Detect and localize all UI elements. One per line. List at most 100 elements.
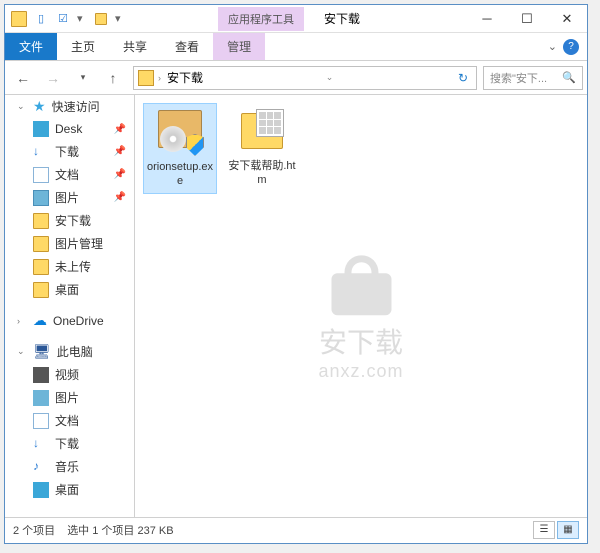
sidebar-item-documents2[interactable]: 文档 — [5, 409, 134, 432]
file-item-exe[interactable]: orionsetup.exe — [143, 103, 217, 194]
lock-icon — [326, 255, 396, 315]
sidebar-item-label: OneDrive — [53, 314, 104, 328]
sidebar-item-label: 文档 — [55, 412, 79, 429]
qat-dropdown2-icon[interactable]: ▾ — [115, 12, 125, 25]
sidebar-item-label: 此电脑 — [57, 343, 93, 360]
checkbox-icon[interactable]: ☑ — [55, 11, 71, 27]
sidebar-item-label: 快速访问 — [52, 98, 100, 115]
tab-manage[interactable]: 管理 — [213, 33, 265, 60]
sidebar-item-label: 文档 — [55, 166, 79, 183]
file-name: 安下载帮助.htm — [227, 159, 297, 188]
pictures-icon — [33, 390, 49, 406]
sidebar-item-label: 图片 — [55, 389, 79, 406]
chevron-down-icon[interactable]: ⌄ — [17, 346, 27, 357]
tab-view[interactable]: 查看 — [161, 33, 213, 60]
forward-button[interactable]: → — [39, 65, 67, 91]
help-icon[interactable]: ? — [563, 39, 579, 55]
cloud-icon: ☁ — [33, 312, 47, 329]
sidebar-quick-access[interactable]: ⌄ ★ 快速访问 — [5, 95, 134, 118]
quick-access-toolbar: ▯ ☑ ▾ ▾ — [5, 11, 131, 27]
desktop-icon — [33, 121, 49, 137]
pictures-icon — [33, 190, 49, 206]
search-input[interactable]: 搜索"安下... 🔍 — [483, 66, 583, 90]
sidebar-item-pictures2[interactable]: 图片 — [5, 386, 134, 409]
sidebar-item-videos[interactable]: 视频 — [5, 363, 134, 386]
tab-file[interactable]: 文件 — [5, 33, 57, 60]
expand-ribbon-icon[interactable]: ⌄ — [548, 40, 557, 53]
folder-icon — [33, 282, 49, 298]
view-switcher: ☰ ▦ — [533, 521, 579, 539]
sidebar-item-music[interactable]: ♪ 音乐 — [5, 455, 134, 478]
tab-home[interactable]: 主页 — [57, 33, 109, 60]
desktop-icon — [33, 482, 49, 498]
navigation-bar: ← → ▾ ↑ › 安下载 ⌄ ↻ 搜索"安下... 🔍 — [5, 61, 587, 95]
video-icon — [33, 367, 49, 383]
status-bar: 2 个项目 选中 1 个项目 237 KB ☰ ▦ — [5, 517, 587, 541]
music-icon: ♪ — [33, 459, 49, 475]
navigation-pane: ⌄ ★ 快速访问 Desk📌 ↓下载📌 文档📌 图片📌 安下载 图片管理 未上传… — [5, 95, 135, 517]
sidebar-item-documents[interactable]: 文档📌 — [5, 163, 134, 186]
chevron-down-icon[interactable]: ⌄ — [17, 101, 27, 112]
sidebar-item-label: 安下载 — [55, 212, 91, 229]
sidebar-item-label: 图片管理 — [55, 235, 103, 252]
htm-icon — [238, 107, 286, 155]
minimize-button[interactable]: ─ — [467, 5, 507, 33]
file-name: orionsetup.exe — [146, 160, 214, 189]
sidebar-item-label: 桌面 — [55, 481, 79, 498]
qat-dropdown-icon[interactable]: ▾ — [77, 12, 87, 25]
sidebar-onedrive[interactable]: › ☁ OneDrive — [5, 309, 134, 332]
chevron-right-icon[interactable]: › — [17, 316, 27, 326]
document-icon — [33, 413, 49, 429]
sidebar-item-downloads[interactable]: ↓ 下载 📌 — [5, 140, 134, 163]
sidebar-item-label: 音乐 — [55, 458, 79, 475]
properties-icon[interactable]: ▯ — [33, 11, 49, 27]
context-tab-label: 应用程序工具 — [218, 7, 304, 31]
sidebar-item-anxz[interactable]: 安下载 — [5, 209, 134, 232]
sidebar-item-desktop[interactable]: Desk📌 — [5, 118, 134, 140]
download-icon: ↓ — [33, 144, 49, 160]
sidebar-item-picmgr[interactable]: 图片管理 — [5, 232, 134, 255]
refresh-icon[interactable]: ↻ — [450, 71, 476, 85]
sidebar-item-downloads2[interactable]: ↓下载 — [5, 432, 134, 455]
sidebar-item-label: 下载 — [55, 143, 79, 160]
sidebar-item-desktop2[interactable]: 桌面 — [5, 278, 134, 301]
folder-small-icon — [93, 11, 109, 27]
sidebar-thispc[interactable]: ⌄ 🖥 此电脑 — [5, 340, 134, 363]
folder-icon — [33, 259, 49, 275]
close-button[interactable]: ✕ — [547, 5, 587, 33]
recent-dropdown-icon[interactable]: ▾ — [69, 65, 97, 91]
content-pane[interactable]: orionsetup.exe 安下载帮助.htm 安下载 anxz.com — [135, 95, 587, 517]
download-icon: ↓ — [33, 436, 49, 452]
status-selected: 选中 1 个项目 237 KB — [67, 522, 173, 538]
maximize-button[interactable]: ☐ — [507, 5, 547, 33]
tab-share[interactable]: 共享 — [109, 33, 161, 60]
dropdown-icon[interactable]: ⌄ — [318, 72, 342, 83]
back-button[interactable]: ← — [9, 65, 37, 91]
pin-icon: 📌 — [114, 192, 126, 203]
file-item-htm[interactable]: 安下载帮助.htm — [225, 103, 299, 192]
breadcrumb-label: 安下载 — [167, 69, 203, 86]
pc-icon: 🖥 — [33, 343, 51, 360]
sidebar-item-pictures[interactable]: 图片📌 — [5, 186, 134, 209]
folder-icon — [11, 11, 27, 27]
search-icon: 🔍 — [562, 71, 576, 84]
status-count: 2 个项目 — [13, 522, 55, 538]
sidebar-item-unupload[interactable]: 未上传 — [5, 255, 134, 278]
up-button[interactable]: ↑ — [99, 65, 127, 91]
document-icon — [33, 167, 49, 183]
address-bar[interactable]: › 安下载 ⌄ ↻ — [133, 66, 477, 90]
sidebar-item-desktop3[interactable]: 桌面 — [5, 478, 134, 501]
watermark-text-en: anxz.com — [318, 361, 403, 382]
watermark: 安下载 anxz.com — [318, 255, 403, 382]
search-placeholder: 搜索"安下... — [490, 70, 547, 86]
folder-icon — [33, 236, 49, 252]
details-view-button[interactable]: ☰ — [533, 521, 555, 539]
icons-view-button[interactable]: ▦ — [557, 521, 579, 539]
pin-icon: 📌 — [114, 146, 126, 157]
breadcrumb-item[interactable]: 安下载 — [161, 69, 209, 86]
folder-icon — [138, 70, 154, 86]
ribbon: 文件 主页 共享 查看 管理 ⌄ ? — [5, 33, 587, 61]
folder-icon — [33, 213, 49, 229]
window-title: 安下载 — [304, 6, 380, 31]
exe-icon — [156, 108, 204, 156]
